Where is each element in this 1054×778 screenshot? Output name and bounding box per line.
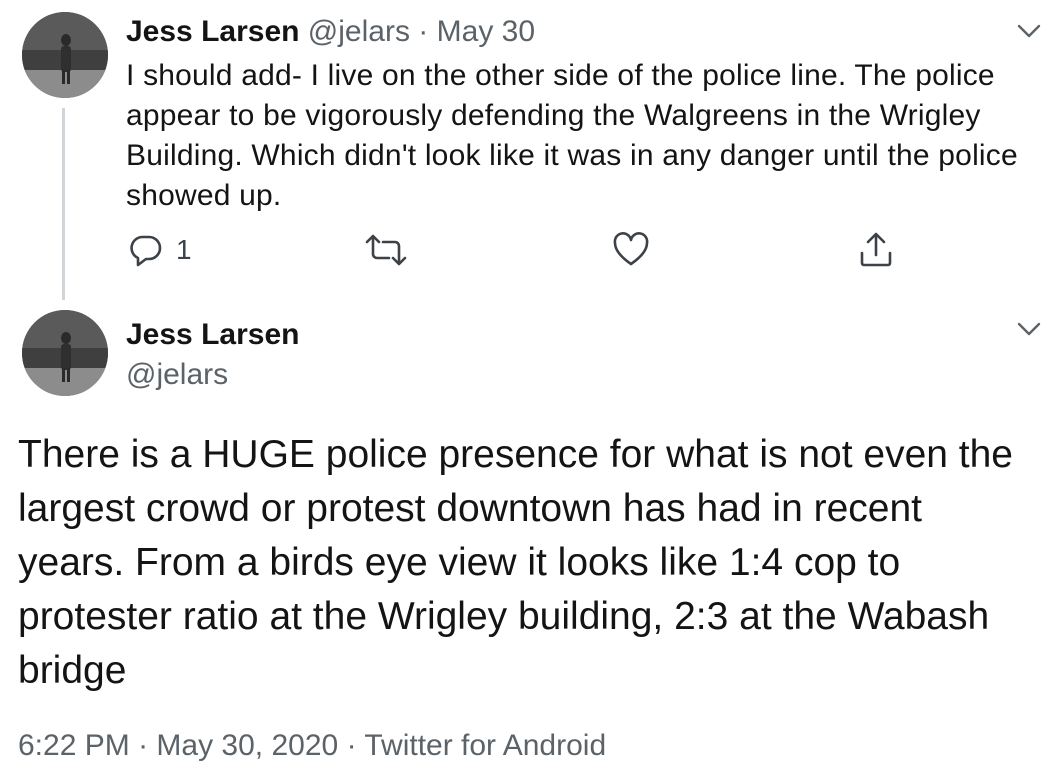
avatar-photo <box>22 310 108 396</box>
reply-handle[interactable]: @jelars <box>308 15 410 48</box>
reply-count: 1 <box>176 234 192 265</box>
share-button[interactable] <box>858 228 894 272</box>
reply-tweet-text: I should add- I live on the other side o… <box>126 59 1018 212</box>
tweet-date[interactable]: May 30, 2020 <box>156 729 338 762</box>
chevron-down-icon[interactable] <box>1016 22 1042 40</box>
main-handle[interactable]: @jelars <box>126 356 228 394</box>
reply-avatar[interactable] <box>22 12 108 98</box>
reply-separator: · <box>418 15 429 48</box>
reply-button[interactable]: 1 <box>128 228 192 272</box>
avatar-photo <box>22 12 108 98</box>
share-icon <box>860 232 892 267</box>
main-tweet-text: There is a HUGE police presence for what… <box>18 433 1013 692</box>
footer-separator: · <box>346 729 357 762</box>
reply-header: Jess Larsen @jelars · May 30 <box>126 12 535 52</box>
main-author-name[interactable]: Jess Larsen <box>126 316 299 354</box>
thread-connector-line <box>62 108 65 300</box>
retweet-button[interactable] <box>364 228 420 272</box>
main-avatar[interactable] <box>22 310 108 396</box>
reply-date[interactable]: May 30 <box>437 15 535 48</box>
heart-icon <box>613 232 649 266</box>
reply-author-name[interactable]: Jess Larsen <box>126 15 299 48</box>
reply-icon <box>130 235 162 267</box>
footer-separator: · <box>138 729 149 762</box>
main-tweet-footer: 6:22 PM · May 30, 2020 · Twitter for And… <box>18 726 606 766</box>
tweet-time[interactable]: 6:22 PM <box>18 729 130 762</box>
retweet-icon <box>365 234 407 266</box>
tweet-source-link[interactable]: Twitter for Android <box>364 729 606 762</box>
like-button[interactable] <box>612 228 662 272</box>
chevron-down-icon[interactable] <box>1016 320 1042 338</box>
